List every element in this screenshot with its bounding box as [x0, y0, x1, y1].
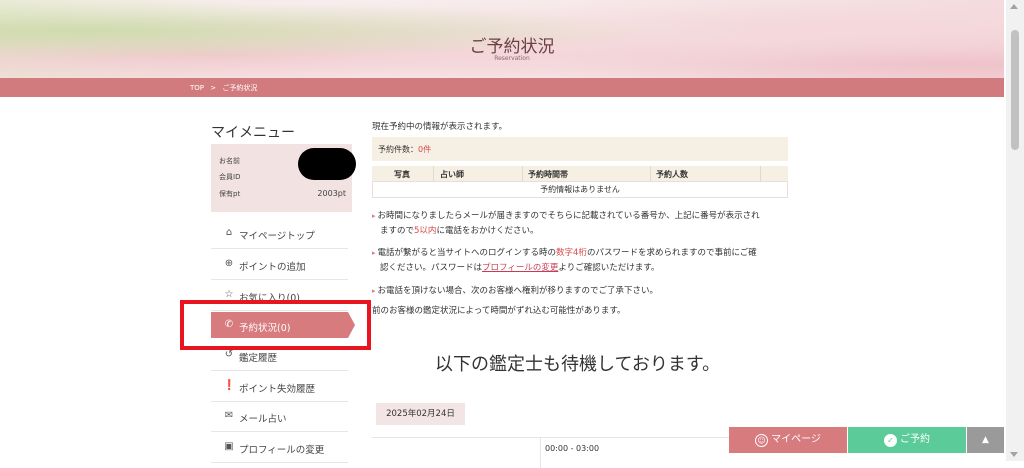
note-3: ▸ お電話を頂けない場合、次のお客様へ権利が移りますのでご了承下さい。	[372, 286, 659, 296]
home-icon: ⌂	[225, 227, 233, 238]
breadcrumb-current: ご予約状況	[222, 84, 258, 92]
reservation-count-box: 予約件数：0件	[372, 137, 788, 161]
note-2-cont: 認ください。パスワードはプロフィールの変更よりご確認いただけます。	[380, 263, 660, 273]
reservation-count: 予約件数：0件	[378, 144, 431, 155]
count-value: 0件	[418, 145, 432, 154]
column-header-fortune-teller: 占い師	[440, 170, 464, 179]
breadcrumb-bar	[0, 78, 1004, 97]
scroll-down-icon[interactable]	[1010, 452, 1018, 457]
sidebar-item-label: メール占い	[239, 414, 287, 425]
waiting-heading: 以下の鑑定士も待機しております。	[435, 354, 721, 375]
member-points-value: 2003pt	[317, 189, 346, 198]
date-chip: 2025年02月24日	[376, 403, 465, 425]
column-header-time-slot: 予約時間帯	[528, 170, 568, 179]
page-subtitle: Reservation	[494, 55, 530, 62]
member-name-label: お名前	[219, 157, 240, 165]
profile-change-link[interactable]: プロフィールの変更	[482, 263, 558, 273]
redaction-mark	[298, 148, 356, 180]
page-title: ご予約状況	[469, 37, 555, 57]
plus-circle-icon: ⊕	[224, 258, 234, 269]
alert-icon: ❗	[223, 380, 236, 391]
sidebar-item-profile[interactable]: ▣ プロフィールの変更	[211, 432, 348, 463]
column-header-photo: 写真	[394, 170, 410, 179]
fortune-teller-card[interactable]	[372, 438, 541, 468]
column-header-party-size: 予約人数	[656, 170, 688, 179]
mypage-button-label: マイページ	[771, 434, 821, 445]
sidebar-item-label: 鑑定履歴	[239, 353, 278, 364]
sidebar-item-label: ポイントの追加	[239, 262, 306, 273]
vertical-scrollbar[interactable]	[1006, 0, 1024, 461]
note-1: ▸ お時間になりましたらメールが届きますのでそちらに記載されている番号か、上記に番…	[372, 211, 760, 221]
table-empty-message: 予約情報はありません	[372, 181, 788, 198]
count-label: 予約件数：	[378, 145, 418, 154]
note-1-cont: ますので5以内に電話をおかけください。	[380, 226, 539, 236]
scroll-thumb[interactable]	[1011, 30, 1019, 150]
check-circle-icon: ✓	[884, 434, 897, 447]
smile-icon: ☺	[755, 434, 769, 447]
note-2: ▸ 電話が繋がると当サイトへのログインする時の数字4桁のパスワードを求められますの…	[372, 248, 757, 258]
reservation-table-header: 写真 占い師 予約時間帯 予約人数	[372, 166, 788, 181]
intro-text: 現在予約中の情報が表示されます。	[372, 122, 508, 132]
member-id-label: 会員ID	[219, 173, 241, 181]
sidebar-item-add-points[interactable]: ⊕ ポイントの追加	[211, 249, 348, 280]
mail-icon: ✉	[224, 410, 234, 421]
breadcrumb-home-link[interactable]: TOP	[190, 84, 204, 92]
mypage-button[interactable]: ☺ マイページ	[729, 427, 847, 453]
sidebar-title: マイメニュー	[211, 125, 295, 141]
id-card-icon: ▣	[224, 441, 234, 452]
member-points-label: 保有pt	[219, 190, 241, 198]
scroll-up-icon[interactable]	[1010, 4, 1018, 9]
reserve-button[interactable]: ✓ ご予約	[848, 427, 966, 453]
highlight-box	[180, 300, 371, 350]
breadcrumb: TOP > ご予約状況	[190, 83, 261, 93]
history-icon: ↺	[224, 349, 234, 360]
sidebar-item-label: マイページトップ	[239, 231, 315, 242]
reserve-button-label: ご予約	[900, 434, 930, 445]
sidebar-item-mypage-top[interactable]: ⌂ マイページトップ	[211, 218, 348, 249]
arrow-up-icon: ▲	[982, 435, 989, 445]
sidebar-item-point-expiry[interactable]: ❗ ポイント失効履歴	[211, 371, 348, 402]
breadcrumb-separator: >	[210, 84, 217, 92]
note-4: 前のお客様の鑑定状況によって時間がずれ込む可能性があります。	[372, 306, 626, 316]
sidebar-item-label: プロフィールの変更	[239, 445, 325, 456]
back-to-top-button[interactable]: ▲	[967, 427, 1004, 453]
sidebar-item-label: ポイント失効履歴	[239, 384, 316, 395]
sidebar-item-mail-fortune[interactable]: ✉ メール占い	[211, 401, 348, 432]
time-slot: 00:00 - 03:00	[545, 444, 600, 453]
